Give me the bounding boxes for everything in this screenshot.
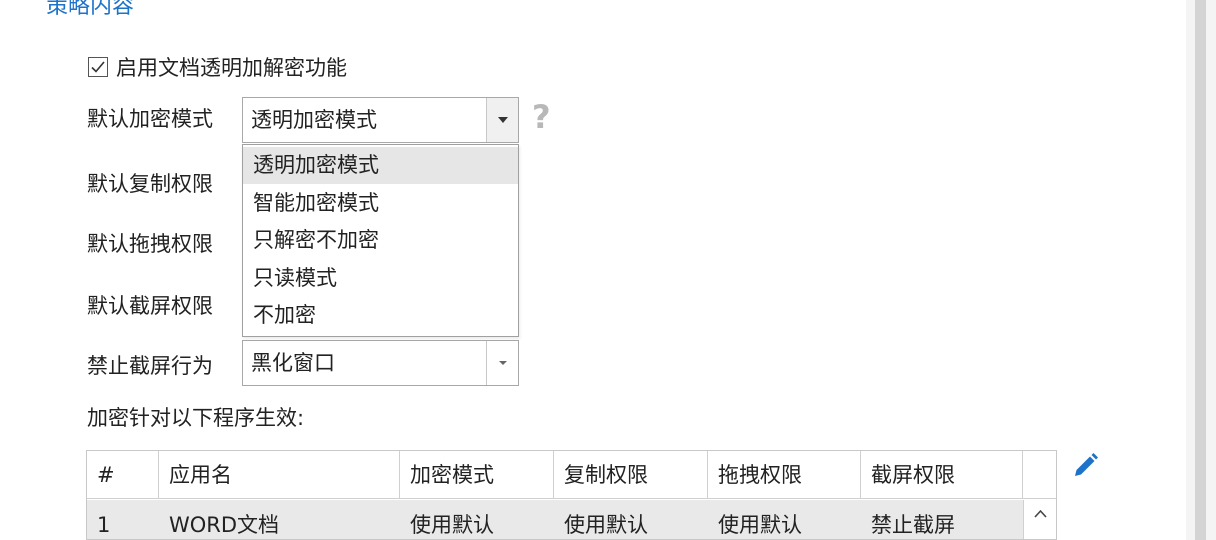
encrypt-mode-option[interactable]: 只解密不加密 xyxy=(243,222,518,259)
column-header[interactable]: 截屏权限 xyxy=(861,451,1023,499)
forbid-screenshot-behavior-value: 黑化窗口 xyxy=(251,351,335,375)
encrypt-mode-option[interactable]: 智能加密模式 xyxy=(243,185,518,222)
encrypt-mode-option[interactable]: 只读模式 xyxy=(243,260,518,297)
help-icon[interactable]: ? xyxy=(532,98,551,136)
column-header[interactable]: 拖拽权限 xyxy=(708,451,861,499)
program-table: # 应用名 加密模式 复制权限 拖拽权限 截屏权限 1 WORD文档 使用默认 … xyxy=(86,450,1057,540)
forbid-screenshot-behavior-label: 禁止截屏行为 xyxy=(87,354,213,378)
policy-content-panel: 策略内容 启用文档透明加解密功能 默认加密模式 默认复制权限 默认拖拽权限 默认… xyxy=(0,0,1216,540)
encrypt-mode-options-list: 透明加密模式 智能加密模式 只解密不加密 只读模式 不加密 xyxy=(242,144,519,337)
table-scrollbar[interactable] xyxy=(1023,500,1057,539)
column-header-spacer xyxy=(1023,451,1056,499)
column-header[interactable]: 应用名 xyxy=(159,451,400,499)
caret-down-icon xyxy=(498,361,507,365)
encrypt-mode-option[interactable]: 不加密 xyxy=(243,297,518,334)
enable-encryption-row[interactable]: 启用文档透明加解密功能 xyxy=(88,52,347,82)
section-title: 策略内容 xyxy=(46,0,135,19)
default-encrypt-mode-label: 默认加密模式 xyxy=(87,107,213,131)
enable-encryption-label: 启用文档透明加解密功能 xyxy=(116,56,347,80)
program-list-heading: 加密针对以下程序生效: xyxy=(87,406,305,430)
table-cell: WORD文档 xyxy=(159,500,400,539)
default-screenshot-permission-label: 默认截屏权限 xyxy=(87,294,213,318)
column-header[interactable]: 复制权限 xyxy=(554,451,708,499)
table-cell: 使用默认 xyxy=(708,500,861,539)
table-cell: 禁止截屏 xyxy=(861,500,1023,539)
pencil-icon[interactable] xyxy=(1070,451,1100,481)
forbid-screenshot-dropdown-button[interactable] xyxy=(486,341,518,385)
column-header[interactable]: # xyxy=(87,451,159,499)
forbid-screenshot-behavior-select[interactable]: 黑化窗口 xyxy=(242,340,519,386)
default-drag-permission-label: 默认拖拽权限 xyxy=(87,232,213,256)
page-scrollbar-thumb[interactable] xyxy=(1195,0,1206,540)
default-copy-permission-label: 默认复制权限 xyxy=(87,172,213,196)
encrypt-mode-option[interactable]: 透明加密模式 xyxy=(243,147,518,184)
table-cell: 1 xyxy=(87,500,159,539)
table-cell: 使用默认 xyxy=(554,500,708,539)
encrypt-mode-value: 透明加密模式 xyxy=(251,108,377,132)
enable-encryption-checkbox[interactable] xyxy=(88,57,108,77)
caret-down-icon xyxy=(497,117,508,123)
table-cell: 使用默认 xyxy=(400,500,554,539)
checkmark-icon xyxy=(91,61,105,73)
column-header[interactable]: 加密模式 xyxy=(400,451,554,499)
encrypt-mode-dropdown-button[interactable] xyxy=(486,98,518,142)
encrypt-mode-select[interactable]: 透明加密模式 xyxy=(242,97,519,143)
scroll-up-icon[interactable] xyxy=(1024,500,1057,530)
